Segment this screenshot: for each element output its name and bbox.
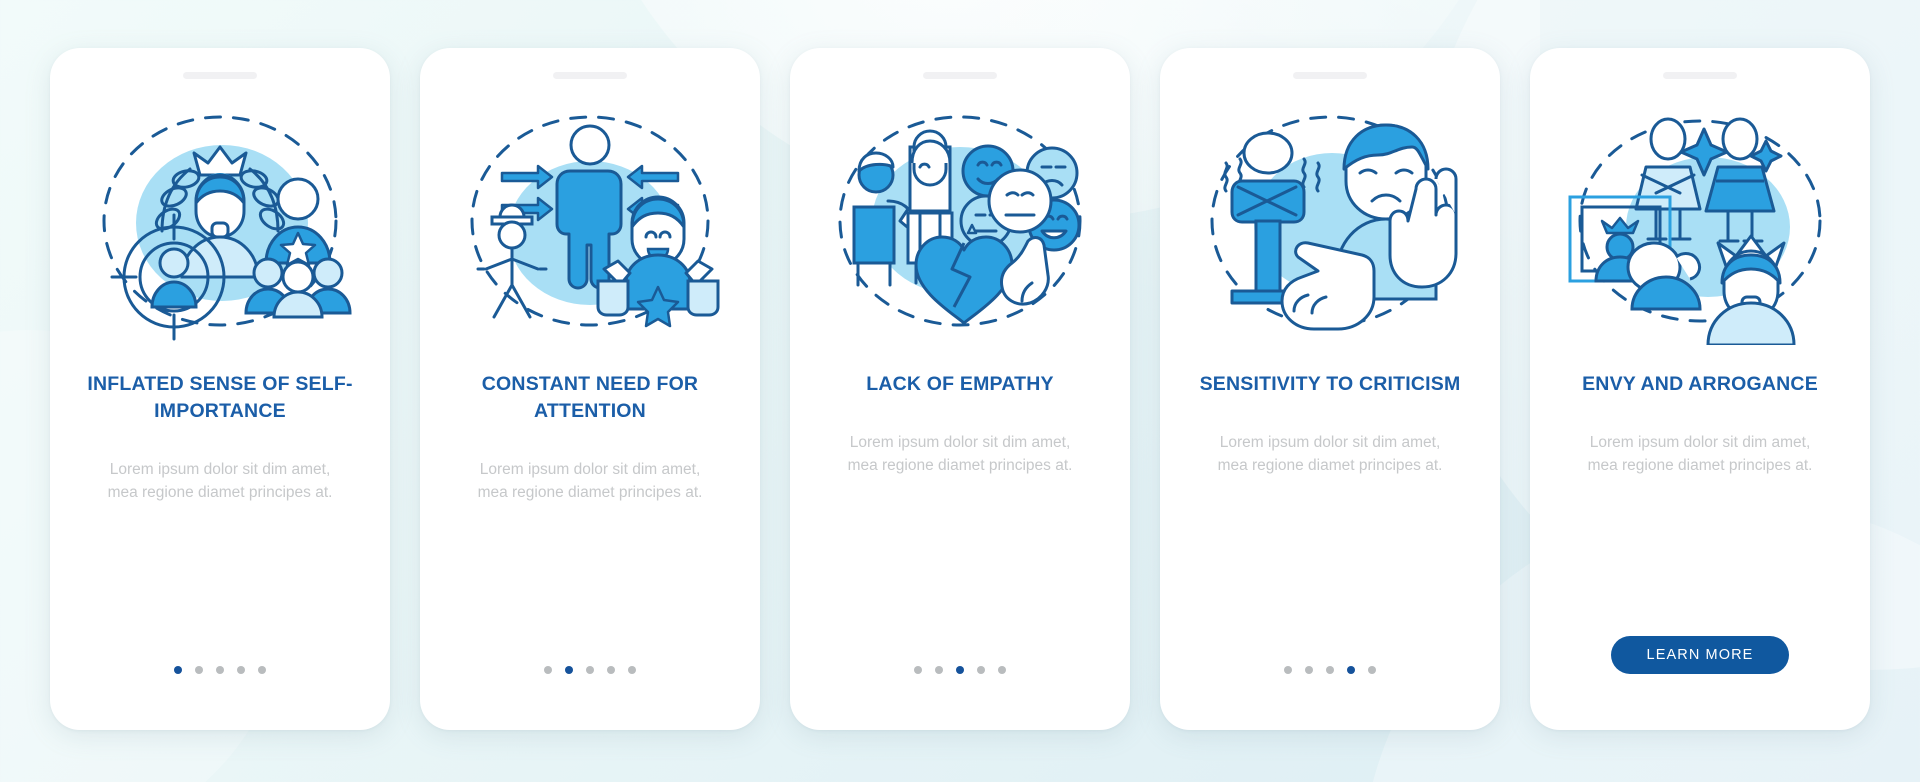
phone-speaker-notch — [923, 72, 997, 79]
onboarding-screen-lack-of-empathy: LACK OF EMPATHY Lorem ipsum dolor sit di… — [790, 48, 1130, 730]
pagination-dot-3[interactable] — [216, 666, 224, 674]
phone-speaker-notch — [183, 72, 257, 79]
screen-description: Lorem ipsum dolor sit dim amet, mea regi… — [477, 461, 703, 501]
pagination-dot-2[interactable] — [935, 666, 943, 674]
screen-description: Lorem ipsum dolor sit dim amet, mea regi… — [1587, 434, 1813, 474]
pagination-dots[interactable] — [914, 666, 1006, 674]
pagination-dot-2[interactable] — [565, 666, 573, 674]
pagination-dot-2[interactable] — [195, 666, 203, 674]
screen-description: Lorem ipsum dolor sit dim amet, mea regi… — [1217, 434, 1443, 474]
pagination-dots[interactable] — [1284, 666, 1376, 674]
pagination-dot-3[interactable] — [586, 666, 594, 674]
pagination-dot-4[interactable] — [1347, 666, 1355, 674]
screen-footer — [174, 666, 266, 674]
pagination-dot-5[interactable] — [1368, 666, 1376, 674]
screen-footer — [914, 666, 1006, 674]
screen-footer — [1284, 666, 1376, 674]
onboarding-screen-envy-and-arrogance: ENVY AND ARROGANCE Lorem ipsum dolor sit… — [1530, 48, 1870, 730]
onboarding-screen-constant-need-for-attention: CONSTANT NEED FOR ATTENTION Lorem ipsum … — [420, 48, 760, 730]
pagination-dot-3[interactable] — [956, 666, 964, 674]
pagination-dot-3[interactable] — [1326, 666, 1334, 674]
pagination-dot-2[interactable] — [1305, 666, 1313, 674]
crown-laurel-target-people-icon — [70, 101, 370, 345]
pagination-dot-5[interactable] — [628, 666, 636, 674]
screen-footer — [544, 666, 636, 674]
broken-heart-emotions-icon — [810, 101, 1110, 345]
onboarding-screen-inflated-sense-of-self-importance: INFLATED SENSE OF SELF-IMPORTANCE Lorem … — [50, 48, 390, 730]
pagination-dot-1[interactable] — [914, 666, 922, 674]
screen-title: CONSTANT NEED FOR ATTENTION — [481, 373, 699, 422]
screen-description: Lorem ipsum dolor sit dim amet, mea regi… — [847, 434, 1073, 474]
onboarding-screen-sensitivity-to-criticism: SENSITIVITY TO CRITICISM Lorem ipsum dol… — [1160, 48, 1500, 730]
onboarding-screens-deck: INFLATED SENSE OF SELF-IMPORTANCE Lorem … — [0, 0, 1920, 730]
screen-footer: LEARN MORE — [1610, 636, 1790, 674]
screen-title: SENSITIVITY TO CRITICISM — [1199, 373, 1461, 395]
pagination-dot-1[interactable] — [544, 666, 552, 674]
pagination-dot-4[interactable] — [607, 666, 615, 674]
pagination-dot-1[interactable] — [1284, 666, 1292, 674]
pagination-dot-4[interactable] — [237, 666, 245, 674]
pagination-dot-4[interactable] — [977, 666, 985, 674]
phone-speaker-notch — [1663, 72, 1737, 79]
pagination-dot-5[interactable] — [258, 666, 266, 674]
pagination-dot-5[interactable] — [998, 666, 1006, 674]
screen-description: Lorem ipsum dolor sit dim amet, mea regi… — [107, 461, 333, 501]
phone-speaker-notch — [1293, 72, 1367, 79]
screen-title: ENVY AND ARROGANCE — [1582, 373, 1818, 395]
screen-title: LACK OF EMPATHY — [866, 373, 1054, 395]
phone-speaker-notch — [553, 72, 627, 79]
pagination-dots[interactable] — [174, 666, 266, 674]
arrows-pointing-at-person-icon — [440, 101, 740, 345]
portrait-crown-envy-people-icon — [1550, 101, 1850, 345]
screen-title: INFLATED SENSE OF SELF-IMPORTANCE — [87, 373, 353, 422]
pagination-dot-1[interactable] — [174, 666, 182, 674]
pointing-finger-upset-person-icon — [1180, 101, 1480, 345]
learn-more-button[interactable]: LEARN MORE — [1610, 636, 1790, 674]
pagination-dots[interactable] — [544, 666, 636, 674]
